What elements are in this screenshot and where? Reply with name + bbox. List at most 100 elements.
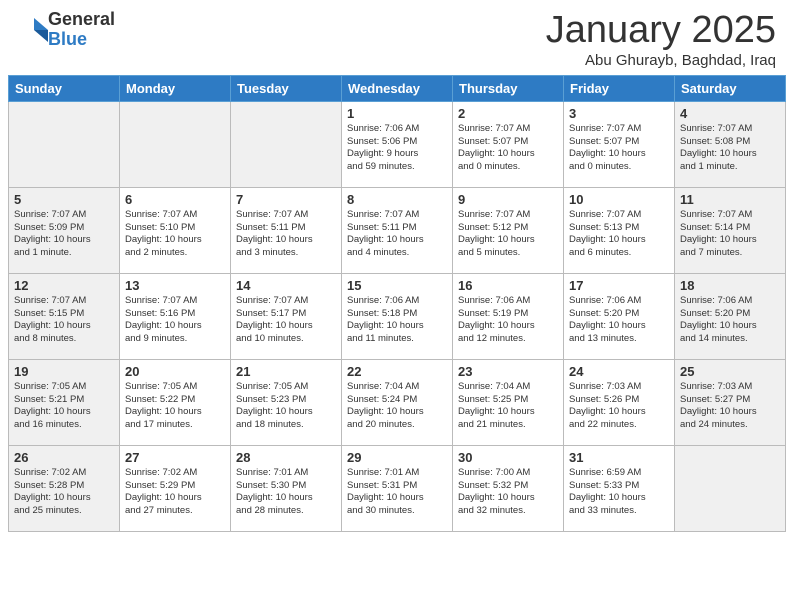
day-number: 23	[458, 364, 558, 379]
day-info: Sunrise: 7:05 AM Sunset: 5:23 PM Dayligh…	[236, 381, 336, 432]
day-cell: 6 Sunrise: 7:07 AM Sunset: 5:10 PM Daylig…	[120, 187, 231, 273]
day-number: 12	[14, 278, 114, 293]
day-number: 25	[680, 364, 780, 379]
day-cell: 2 Sunrise: 7:07 AM Sunset: 5:07 PM Daylig…	[453, 101, 564, 187]
day-info: Sunrise: 7:07 AM Sunset: 5:07 PM Dayligh…	[458, 123, 558, 174]
header-wednesday: Wednesday	[342, 75, 453, 101]
header: General Blue January 2025 Abu Ghurayb, B…	[0, 0, 792, 75]
day-number: 24	[569, 364, 669, 379]
day-info: Sunrise: 7:07 AM Sunset: 5:09 PM Dayligh…	[14, 209, 114, 260]
week-row-3: 19Sunrise: 7:05 AM Sunset: 5:21 PM Dayli…	[9, 359, 786, 445]
day-cell	[9, 101, 120, 187]
logo-blue: Blue	[48, 30, 115, 50]
day-cell: 15Sunrise: 7:06 AM Sunset: 5:18 PM Dayli…	[342, 273, 453, 359]
day-info: Sunrise: 7:07 AM Sunset: 5:10 PM Dayligh…	[125, 209, 225, 260]
calendar-table: Sunday Monday Tuesday Wednesday Thursday…	[8, 75, 786, 532]
day-cell: 13 Sunrise: 7:07 AM Sunset: 5:16 PM Dayli…	[120, 273, 231, 359]
day-number: 20	[125, 364, 225, 379]
day-number: 6	[125, 192, 225, 207]
day-info: Sunrise: 7:06 AM Sunset: 5:20 PM Dayligh…	[569, 295, 669, 346]
header-saturday: Saturday	[675, 75, 786, 101]
page-container: General Blue January 2025 Abu Ghurayb, B…	[0, 0, 792, 542]
header-row: Sunday Monday Tuesday Wednesday Thursday…	[9, 75, 786, 101]
day-number: 15	[347, 278, 447, 293]
day-cell: 5Sunrise: 7:07 AM Sunset: 5:09 PM Daylig…	[9, 187, 120, 273]
day-number: 16	[458, 278, 558, 293]
day-cell: 24Sunrise: 7:03 AM Sunset: 5:26 PM Dayli…	[564, 359, 675, 445]
day-cell: 26Sunrise: 7:02 AM Sunset: 5:28 PM Dayli…	[9, 445, 120, 531]
day-number: 2	[458, 106, 558, 121]
day-number: 3	[569, 106, 669, 121]
logo-icon	[16, 14, 48, 46]
day-number: 1	[347, 106, 447, 121]
day-info: Sunrise: 7:05 AM Sunset: 5:22 PM Dayligh…	[125, 381, 225, 432]
day-cell: 28 Sunrise: 7:01 AM Sunset: 5:30 PM Dayli…	[231, 445, 342, 531]
day-number: 8	[347, 192, 447, 207]
logo-general: General	[48, 10, 115, 30]
day-number: 30	[458, 450, 558, 465]
day-number: 18	[680, 278, 780, 293]
header-sunday: Sunday	[9, 75, 120, 101]
logo-text: General Blue	[48, 10, 115, 50]
day-number: 13	[125, 278, 225, 293]
week-row-4: 26Sunrise: 7:02 AM Sunset: 5:28 PM Dayli…	[9, 445, 786, 531]
title-section: January 2025 Abu Ghurayb, Baghdad, Iraq	[546, 10, 776, 69]
day-info: Sunrise: 7:07 AM Sunset: 5:08 PM Dayligh…	[680, 123, 780, 174]
day-cell: 17 Sunrise: 7:06 AM Sunset: 5:20 PM Dayli…	[564, 273, 675, 359]
day-number: 27	[125, 450, 225, 465]
week-row-1: 5Sunrise: 7:07 AM Sunset: 5:09 PM Daylig…	[9, 187, 786, 273]
day-number: 28	[236, 450, 336, 465]
day-cell: 14 Sunrise: 7:07 AM Sunset: 5:17 PM Dayli…	[231, 273, 342, 359]
day-number: 9	[458, 192, 558, 207]
day-cell: 23 Sunrise: 7:04 AM Sunset: 5:25 PM Dayli…	[453, 359, 564, 445]
day-number: 21	[236, 364, 336, 379]
month-title: January 2025	[546, 10, 776, 52]
location: Abu Ghurayb, Baghdad, Iraq	[546, 52, 776, 69]
day-number: 14	[236, 278, 336, 293]
day-cell: 8Sunrise: 7:07 AM Sunset: 5:11 PM Daylig…	[342, 187, 453, 273]
day-info: Sunrise: 7:02 AM Sunset: 5:29 PM Dayligh…	[125, 467, 225, 518]
day-cell: 10 Sunrise: 7:07 AM Sunset: 5:13 PM Dayli…	[564, 187, 675, 273]
day-info: Sunrise: 7:07 AM Sunset: 5:17 PM Dayligh…	[236, 295, 336, 346]
day-info: Sunrise: 7:06 AM Sunset: 5:20 PM Dayligh…	[680, 295, 780, 346]
day-info: Sunrise: 7:07 AM Sunset: 5:14 PM Dayligh…	[680, 209, 780, 260]
day-cell: 7 Sunrise: 7:07 AM Sunset: 5:11 PM Daylig…	[231, 187, 342, 273]
day-cell	[120, 101, 231, 187]
day-number: 29	[347, 450, 447, 465]
day-cell	[675, 445, 786, 531]
day-cell: 3 Sunrise: 7:07 AM Sunset: 5:07 PM Daylig…	[564, 101, 675, 187]
day-number: 11	[680, 192, 780, 207]
day-info: Sunrise: 7:07 AM Sunset: 5:07 PM Dayligh…	[569, 123, 669, 174]
day-cell: 25 Sunrise: 7:03 AM Sunset: 5:27 PM Dayli…	[675, 359, 786, 445]
header-tuesday: Tuesday	[231, 75, 342, 101]
day-number: 10	[569, 192, 669, 207]
day-cell: 30Sunrise: 7:00 AM Sunset: 5:32 PM Dayli…	[453, 445, 564, 531]
header-thursday: Thursday	[453, 75, 564, 101]
day-info: Sunrise: 7:04 AM Sunset: 5:25 PM Dayligh…	[458, 381, 558, 432]
day-number: 17	[569, 278, 669, 293]
day-info: Sunrise: 7:06 AM Sunset: 5:19 PM Dayligh…	[458, 295, 558, 346]
day-cell: 22 Sunrise: 7:04 AM Sunset: 5:24 PM Dayli…	[342, 359, 453, 445]
day-cell: 21 Sunrise: 7:05 AM Sunset: 5:23 PM Dayli…	[231, 359, 342, 445]
day-number: 19	[14, 364, 114, 379]
day-info: Sunrise: 7:07 AM Sunset: 5:15 PM Dayligh…	[14, 295, 114, 346]
day-cell	[231, 101, 342, 187]
day-info: Sunrise: 7:03 AM Sunset: 5:27 PM Dayligh…	[680, 381, 780, 432]
day-info: Sunrise: 7:04 AM Sunset: 5:24 PM Dayligh…	[347, 381, 447, 432]
day-cell: 20 Sunrise: 7:05 AM Sunset: 5:22 PM Dayli…	[120, 359, 231, 445]
day-cell: 27 Sunrise: 7:02 AM Sunset: 5:29 PM Dayli…	[120, 445, 231, 531]
day-info: Sunrise: 7:01 AM Sunset: 5:30 PM Dayligh…	[236, 467, 336, 518]
day-info: Sunrise: 7:07 AM Sunset: 5:13 PM Dayligh…	[569, 209, 669, 260]
day-cell: 4Sunrise: 7:07 AM Sunset: 5:08 PM Daylig…	[675, 101, 786, 187]
day-cell: 31Sunrise: 6:59 AM Sunset: 5:33 PM Dayli…	[564, 445, 675, 531]
day-info: Sunrise: 7:07 AM Sunset: 5:16 PM Dayligh…	[125, 295, 225, 346]
day-number: 22	[347, 364, 447, 379]
day-info: Sunrise: 7:07 AM Sunset: 5:11 PM Dayligh…	[236, 209, 336, 260]
header-monday: Monday	[120, 75, 231, 101]
day-number: 7	[236, 192, 336, 207]
day-cell: 12 Sunrise: 7:07 AM Sunset: 5:15 PM Dayli…	[9, 273, 120, 359]
day-cell: 1 Sunrise: 7:06 AM Sunset: 5:06 PM Daylig…	[342, 101, 453, 187]
day-cell: 16 Sunrise: 7:06 AM Sunset: 5:19 PM Dayli…	[453, 273, 564, 359]
day-number: 31	[569, 450, 669, 465]
day-info: Sunrise: 7:06 AM Sunset: 5:06 PM Dayligh…	[347, 123, 447, 174]
